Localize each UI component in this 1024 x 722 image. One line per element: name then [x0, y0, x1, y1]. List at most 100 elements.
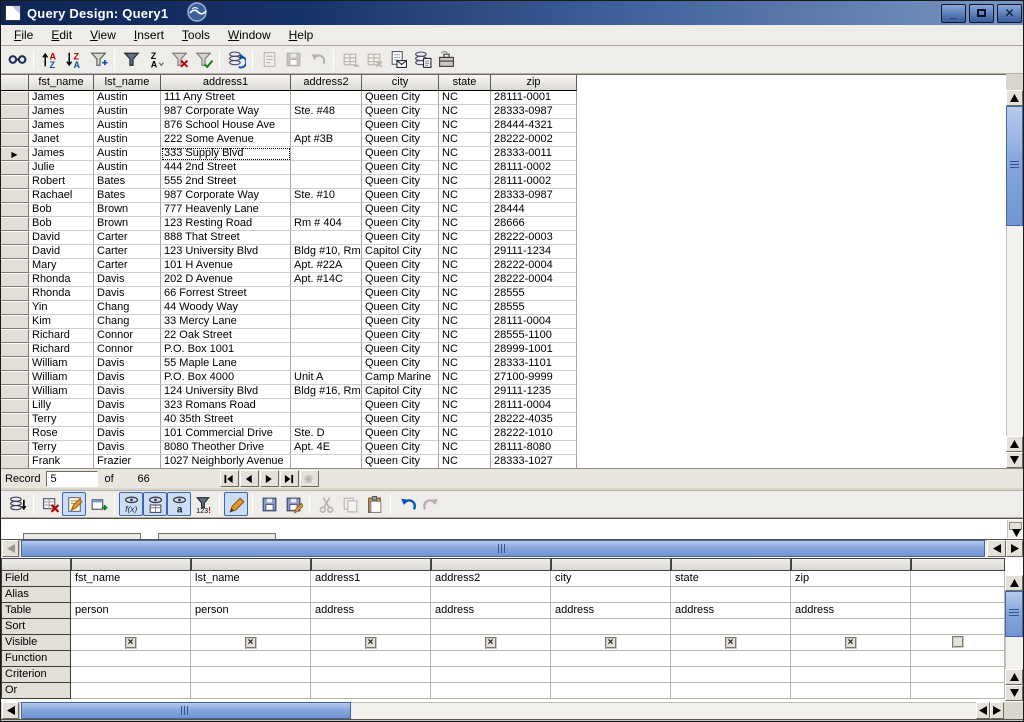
design-cell-function[interactable]: [911, 651, 1005, 667]
design-cell-sort[interactable]: [311, 619, 431, 635]
cell[interactable]: 777 Heavenly Lane: [161, 203, 291, 217]
pane-split-left-button[interactable]: [987, 540, 1006, 557]
design-cell-field[interactable]: lst_name: [191, 571, 311, 587]
design-column-header[interactable]: [311, 558, 431, 571]
cell[interactable]: 123 University Blvd: [161, 245, 291, 259]
cell[interactable]: [291, 231, 362, 245]
design-cell-criterion[interactable]: [671, 667, 791, 683]
row-selector[interactable]: [1, 217, 29, 231]
cell[interactable]: Carter: [94, 245, 161, 259]
cell[interactable]: [291, 413, 362, 427]
visible-checkbox[interactable]: ×: [245, 637, 257, 649]
cell[interactable]: 28333-1027: [491, 455, 577, 469]
design-cell-field[interactable]: zip: [791, 571, 911, 587]
cell[interactable]: 29111-1235: [491, 385, 577, 399]
cell[interactable]: Davis: [94, 427, 161, 441]
cell[interactable]: [291, 399, 362, 413]
apply-filter-button[interactable]: [191, 48, 215, 72]
cell[interactable]: James: [29, 147, 94, 161]
cell[interactable]: 28666: [491, 217, 577, 231]
cell[interactable]: NC: [439, 231, 491, 245]
cell[interactable]: Julie: [29, 161, 94, 175]
cell[interactable]: 28222-0003: [491, 231, 577, 245]
cell[interactable]: 111 Any Street: [161, 91, 291, 105]
cell[interactable]: William: [29, 357, 94, 371]
cell[interactable]: [291, 329, 362, 343]
remove-filter-button[interactable]: [167, 48, 191, 72]
cell[interactable]: [291, 287, 362, 301]
cell[interactable]: Apt #3B: [291, 133, 362, 147]
cell[interactable]: Davis: [94, 273, 161, 287]
cell[interactable]: Austin: [94, 161, 161, 175]
cell[interactable]: Brown: [94, 203, 161, 217]
design-scroll-up-button[interactable]: [1005, 575, 1023, 591]
cell[interactable]: James: [29, 105, 94, 119]
cell[interactable]: 124 University Blvd: [161, 385, 291, 399]
design-cell-visible[interactable]: ×: [551, 635, 671, 651]
cell[interactable]: Queen City: [362, 427, 439, 441]
cell[interactable]: 66 Forrest Street: [161, 287, 291, 301]
visible-checkbox[interactable]: ×: [365, 637, 377, 649]
cell[interactable]: P.O. Box 1001: [161, 343, 291, 357]
cell[interactable]: Davis: [94, 371, 161, 385]
cell[interactable]: Rhonda: [29, 287, 94, 301]
row-selector[interactable]: [1, 175, 29, 189]
cell[interactable]: NC: [439, 371, 491, 385]
cell[interactable]: 28555: [491, 301, 577, 315]
design-cell-alias[interactable]: [791, 587, 911, 603]
design-cell-criterion[interactable]: [191, 667, 311, 683]
cell[interactable]: Austin: [94, 133, 161, 147]
cell[interactable]: Davis: [94, 385, 161, 399]
cell[interactable]: 28333-0987: [491, 105, 577, 119]
sort-ascending-button[interactable]: AZ: [38, 48, 62, 72]
cell[interactable]: [291, 91, 362, 105]
cell[interactable]: Rhonda: [29, 273, 94, 287]
row-selector[interactable]: [1, 441, 29, 455]
design-cell-criterion[interactable]: [551, 667, 671, 683]
cell[interactable]: 28222-4035: [491, 413, 577, 427]
design-cell-or[interactable]: [191, 683, 311, 699]
table-window-person[interactable]: [23, 533, 141, 539]
cell[interactable]: Bob: [29, 217, 94, 231]
visible-checkbox[interactable]: ×: [485, 637, 497, 649]
design-scroll-down-button[interactable]: [1005, 685, 1023, 701]
cell[interactable]: NC: [439, 329, 491, 343]
cell[interactable]: Queen City: [362, 217, 439, 231]
cell[interactable]: James: [29, 119, 94, 133]
design-cell-table[interactable]: person: [191, 603, 311, 619]
cell[interactable]: NC: [439, 357, 491, 371]
cell[interactable]: Queen City: [362, 175, 439, 189]
data-to-text-button[interactable]: [386, 48, 410, 72]
first-record-button[interactable]: [220, 470, 239, 487]
cell[interactable]: Queen City: [362, 91, 439, 105]
menu-file[interactable]: File: [5, 26, 42, 44]
cell[interactable]: David: [29, 231, 94, 245]
cell[interactable]: 28111-0001: [491, 91, 577, 105]
cell[interactable]: 28111-0002: [491, 175, 577, 189]
cell[interactable]: NC: [439, 455, 491, 469]
pane-scroll-left-button[interactable]: [2, 540, 19, 557]
last-record-button[interactable]: [280, 470, 299, 487]
design-scroll-up2-button[interactable]: [1005, 669, 1023, 685]
row-selector[interactable]: [1, 259, 29, 273]
next-record-button[interactable]: [260, 470, 279, 487]
cell[interactable]: Janet: [29, 133, 94, 147]
cell[interactable]: NC: [439, 413, 491, 427]
cell[interactable]: Terry: [29, 441, 94, 455]
cell[interactable]: Frazier: [94, 455, 161, 469]
design-cell-alias[interactable]: [71, 587, 191, 603]
design-cell-visible[interactable]: [911, 635, 1005, 651]
cell[interactable]: 222 Some Avenue: [161, 133, 291, 147]
column-header-address1[interactable]: address1: [161, 75, 291, 91]
cell[interactable]: Rose: [29, 427, 94, 441]
results-scrollbar-thumb[interactable]: [1006, 106, 1023, 226]
cell[interactable]: NC: [439, 105, 491, 119]
row-selector[interactable]: [1, 119, 29, 133]
column-header-state[interactable]: state: [439, 75, 491, 91]
visible-checkbox[interactable]: ×: [605, 637, 617, 649]
edit-button[interactable]: [224, 492, 248, 516]
design-cell-visible[interactable]: ×: [311, 635, 431, 651]
design-cell-criterion[interactable]: [431, 667, 551, 683]
cell[interactable]: NC: [439, 189, 491, 203]
row-selector[interactable]: [1, 357, 29, 371]
